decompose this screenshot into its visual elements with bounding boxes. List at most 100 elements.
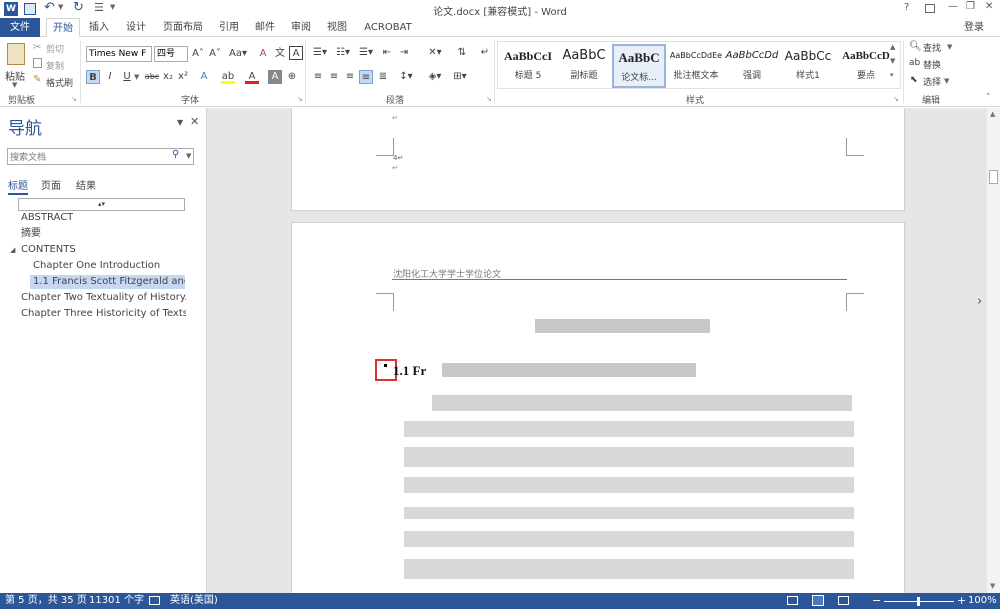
bullets-icon[interactable]: ☰▾	[311, 46, 329, 60]
chinese-layout-icon[interactable]: ✕▾	[426, 46, 444, 60]
tab-file[interactable]: 文件	[0, 18, 40, 37]
superscript-button[interactable]: x²	[176, 70, 190, 84]
language[interactable]: 英语(美国)	[170, 593, 218, 609]
styles-scroll-up-icon[interactable]: ▲	[890, 43, 895, 51]
tab-view[interactable]: 视图	[322, 18, 352, 37]
character-border-icon[interactable]: A	[289, 46, 303, 60]
nav-item-contents[interactable]: CONTENTS	[21, 243, 76, 257]
restore-button[interactable]: ❐	[966, 1, 975, 12]
justify-icon[interactable]: ≡	[359, 70, 373, 84]
multilevel-list-icon[interactable]: ☰▾	[357, 46, 375, 60]
highlight-icon[interactable]: ab	[221, 70, 235, 84]
zoom-out-icon[interactable]: −	[872, 593, 881, 609]
tab-home[interactable]: 开始	[46, 18, 80, 37]
scroll-thumb[interactable]	[989, 170, 998, 184]
scroll-down-icon[interactable]: ▼	[990, 582, 995, 590]
select-button[interactable]: 选择	[923, 75, 941, 88]
change-case-icon[interactable]: Aa▾	[228, 47, 248, 61]
redo-icon[interactable]: ↻	[73, 0, 84, 15]
find-dropdown-icon[interactable]: ▼	[947, 43, 952, 51]
bold-button[interactable]: B	[86, 70, 100, 84]
nav-tab-pages[interactable]: 页面	[41, 177, 61, 192]
document-area[interactable]: ↵ 4↵ ↵ 沈阳化工大学学士学位论文 1.1 Fr ›	[207, 108, 987, 593]
nav-tab-results[interactable]: 结果	[76, 177, 96, 192]
login-link[interactable]: 登录	[954, 18, 994, 37]
shading-icon[interactable]: ◈▾	[426, 70, 444, 84]
nav-search-box[interactable]: 搜索文档 ⚲ ▼	[7, 148, 194, 165]
scroll-up-icon[interactable]: ▲	[990, 110, 995, 118]
styles-launcher-icon[interactable]: ↘	[893, 95, 899, 103]
tab-mailings[interactable]: 邮件	[250, 18, 280, 37]
nav-heading-collapse-bar[interactable]: ▴▾	[18, 198, 185, 211]
increase-indent-icon[interactable]: ⇥	[397, 46, 411, 60]
paste-dropdown-icon[interactable]: ▼	[12, 81, 17, 89]
underline-button[interactable]: U	[120, 70, 134, 84]
list-icon[interactable]: ☰	[94, 1, 104, 14]
style-heading5[interactable]: AaBbCcI 标题 5	[500, 44, 556, 88]
replace-icon[interactable]: ab	[909, 58, 920, 68]
style-strong[interactable]: AaBbCcD 要点	[836, 44, 896, 88]
styles-scroll-down-icon[interactable]: ▼	[890, 57, 895, 65]
zoom-in-icon[interactable]: +	[957, 593, 966, 609]
align-center-icon[interactable]: ≡	[327, 70, 341, 84]
nav-item-chapter-two[interactable]: Chapter Two Textuality of History...	[21, 291, 186, 305]
replace-button[interactable]: 替换	[923, 58, 941, 71]
paragraph-launcher-icon[interactable]: ↘	[486, 95, 492, 103]
search-dropdown-icon[interactable]: ▼	[186, 152, 191, 160]
styles-more-icon[interactable]: ▾	[890, 71, 894, 79]
nav-item-1-1[interactable]: 1.1 Francis Scott Fitzgerald and...	[30, 275, 185, 289]
tab-insert[interactable]: 插入	[84, 18, 114, 37]
web-layout-icon[interactable]	[838, 596, 849, 605]
italic-button[interactable]: I	[103, 70, 117, 84]
format-painter-button[interactable]: 格式刷	[46, 76, 73, 89]
phonetic-guide-icon[interactable]: 文	[273, 47, 287, 61]
grow-font-icon[interactable]: A˄	[191, 47, 205, 61]
tab-layout[interactable]: 页面布局	[160, 18, 206, 37]
font-family-combo[interactable]: Times New F	[86, 46, 152, 62]
close-button[interactable]: ✕	[985, 1, 993, 12]
enclose-characters-icon[interactable]: ⊕	[285, 70, 299, 84]
underline-dropdown-icon[interactable]: ▼	[134, 73, 139, 81]
tab-review[interactable]: 审阅	[286, 18, 316, 37]
undo-icon[interactable]: ↶	[44, 0, 55, 15]
tab-design[interactable]: 设计	[121, 18, 151, 37]
save-icon[interactable]	[24, 3, 36, 15]
nav-item-chapter-three[interactable]: Chapter Three Historicity of Texts...	[21, 307, 186, 321]
proofing-icon[interactable]	[149, 596, 160, 605]
vertical-scrollbar[interactable]: ▲ ▼	[987, 108, 1000, 593]
find-icon[interactable]: 🔍︎	[909, 41, 922, 52]
collapse-triangle-icon[interactable]: ◢	[10, 246, 15, 254]
sort-icon[interactable]: ⇅	[455, 46, 469, 60]
nav-tab-headings[interactable]: 标题	[8, 177, 28, 195]
borders-icon[interactable]: ⊞▾	[451, 70, 469, 84]
cut-icon[interactable]: ✂	[33, 42, 41, 53]
show-marks-icon[interactable]: ↵	[478, 46, 492, 60]
tab-acrobat[interactable]: ACROBAT	[360, 18, 416, 37]
select-dropdown-icon[interactable]: ▼	[944, 77, 949, 85]
zoom-slider[interactable]	[884, 597, 954, 606]
clear-formatting-icon[interactable]: A	[256, 47, 270, 61]
undo-dropdown-icon[interactable]: ▼	[58, 3, 63, 11]
subscript-button[interactable]: x₂	[161, 70, 175, 84]
paste-icon[interactable]	[7, 43, 25, 65]
print-layout-icon[interactable]	[812, 595, 824, 606]
clipboard-launcher-icon[interactable]: ↘	[71, 95, 77, 103]
help-icon[interactable]: ?	[904, 2, 909, 13]
style-style1[interactable]: AaBbCc 样式1	[780, 44, 836, 88]
page-count[interactable]: 第 5 页，共 35 页	[5, 593, 87, 609]
style-balloon-text[interactable]: AaBbCcDdEe 批注框文本	[668, 44, 724, 88]
style-emphasis[interactable]: AaBbCcDd 强调	[724, 44, 780, 88]
zoom-slider-thumb[interactable]	[917, 597, 920, 606]
search-icon[interactable]: ⚲	[172, 149, 179, 160]
format-painter-icon[interactable]: ✎	[33, 74, 41, 85]
numbering-icon[interactable]: ☷▾	[334, 46, 352, 60]
style-thesis-title[interactable]: AaBbC 论文标...	[612, 44, 666, 88]
distributed-icon[interactable]: ≣	[376, 70, 390, 84]
tab-references[interactable]: 引用	[214, 18, 244, 37]
copy-button[interactable]: 复制	[46, 59, 64, 72]
font-launcher-icon[interactable]: ↘	[297, 95, 303, 103]
find-button[interactable]: 查找	[923, 41, 941, 54]
zoom-level[interactable]: 100%	[968, 593, 997, 609]
nav-item-abstract[interactable]: ABSTRACT	[21, 211, 73, 225]
collapse-ribbon-icon[interactable]: ˄	[986, 93, 991, 103]
